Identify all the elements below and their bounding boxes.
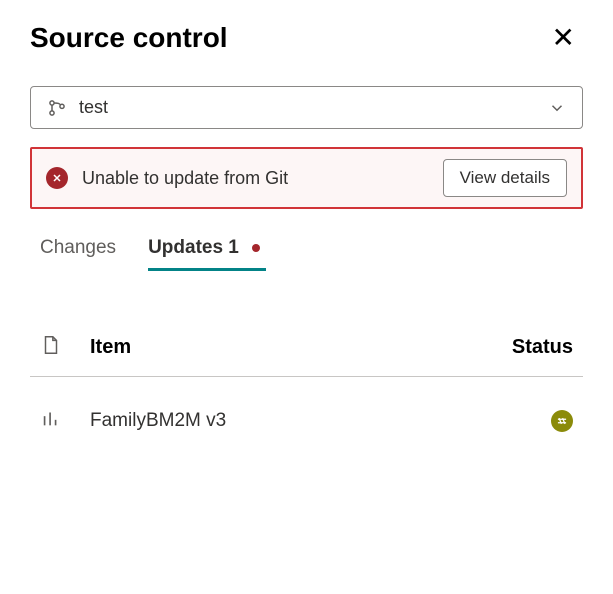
tab-changes[interactable]: Changes <box>40 237 116 271</box>
update-indicator-dot <box>252 244 260 252</box>
branch-dropdown[interactable]: test <box>30 86 583 129</box>
close-button[interactable]: ✕ <box>544 20 583 56</box>
column-header-status: Status <box>493 336 573 359</box>
view-details-button[interactable]: View details <box>443 159 567 197</box>
tabs: Changes Updates 1 <box>30 237 583 271</box>
branch-icon <box>47 98 67 118</box>
branch-name: test <box>79 97 108 118</box>
table-header: Item Status <box>30 319 583 377</box>
tab-updates[interactable]: Updates 1 <box>148 237 260 271</box>
page-title: Source control <box>30 22 228 54</box>
tab-updates-label: Updates 1 <box>148 237 239 258</box>
status-badge <box>551 410 573 432</box>
table-row[interactable]: FamilyBM2M v3 <box>30 387 583 454</box>
error-icon <box>46 167 68 189</box>
column-header-item: Item <box>90 336 493 359</box>
error-message: Unable to update from Git <box>82 168 288 189</box>
item-name: FamilyBM2M v3 <box>90 410 493 432</box>
model-icon <box>40 416 62 433</box>
chevron-down-icon <box>548 99 566 117</box>
error-banner: Unable to update from Git View details <box>30 147 583 209</box>
file-icon <box>40 344 62 361</box>
close-icon: ✕ <box>552 22 575 53</box>
